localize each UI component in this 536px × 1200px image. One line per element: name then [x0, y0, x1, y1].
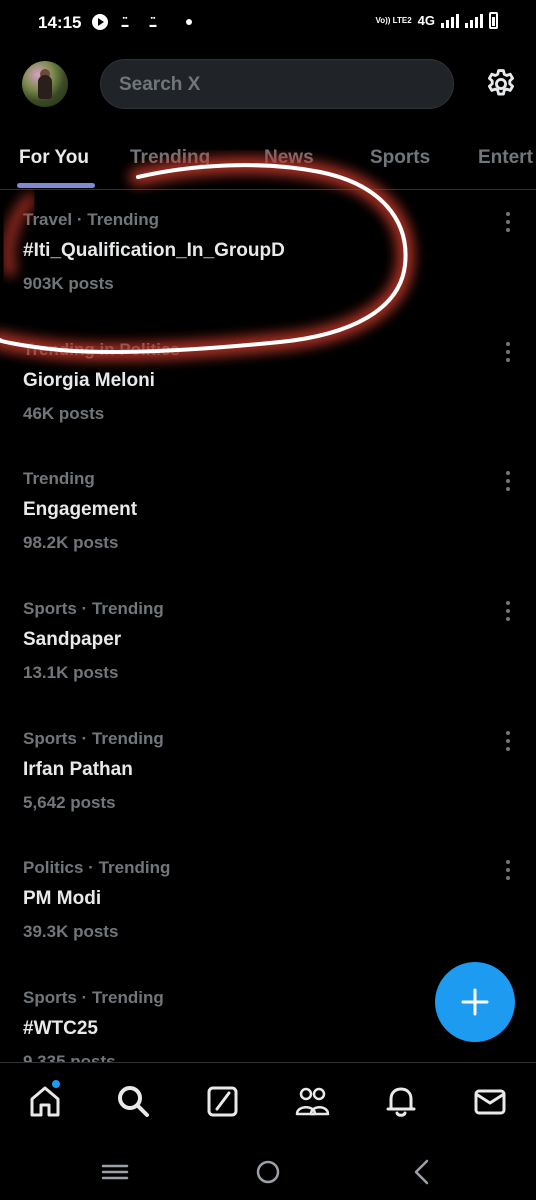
volte-label: Vo)) LTE2 — [375, 15, 412, 25]
trend-post-count: 39.3K posts — [23, 922, 119, 941]
trend-meta: Trending in Politics — [23, 340, 180, 359]
system-nav — [0, 1140, 536, 1200]
trend-post-count: 5,642 posts — [23, 793, 116, 812]
compose-button[interactable] — [435, 962, 515, 1042]
home-button-icon[interactable] — [253, 1158, 283, 1186]
app-logo-icon: ▪▪ ▬ — [121, 15, 129, 29]
notification-dot-icon — [186, 19, 192, 25]
tab-trending[interactable]: Trending — [130, 147, 210, 169]
trend-post-count: 903K posts — [23, 274, 114, 293]
trend-title: Giorgia Meloni — [23, 370, 155, 391]
back-icon[interactable] — [407, 1158, 437, 1186]
trend-title: Engagement — [23, 499, 138, 520]
trend-title: PM Modi — [23, 888, 102, 909]
status-bar: 14:15 ▪▪ ▬ ▪▪ ▬ Vo)) LTE2 4G — [0, 0, 536, 46]
more-options-icon[interactable] — [502, 342, 514, 362]
bell-icon[interactable] — [381, 1081, 421, 1121]
tab-news[interactable]: News — [264, 147, 314, 169]
status-system-icons: Vo)) LTE2 4G — [375, 12, 498, 29]
plus-icon — [461, 988, 489, 1016]
signal-icon — [441, 13, 459, 28]
tab-entertainment[interactable]: Entert — [478, 147, 533, 169]
active-tab-indicator — [17, 183, 95, 188]
tab-bar: For You Trending News Sports Entert — [0, 138, 536, 190]
search-placeholder: Search X — [119, 74, 201, 95]
mail-icon[interactable] — [470, 1081, 510, 1121]
status-time: 14:15 — [38, 13, 82, 32]
avatar[interactable] — [22, 61, 68, 107]
trend-post-count: 13.1K posts — [23, 663, 119, 682]
trend-meta: Sports · Trending — [23, 599, 164, 618]
trend-meta: Politics · Trending — [23, 858, 171, 877]
battery-icon — [489, 12, 498, 29]
status-notification-icons: ▪▪ ▬ ▪▪ ▬ — [92, 14, 192, 30]
trend-post-count: 98.2K posts — [23, 533, 119, 552]
trend-title: #WTC25 — [23, 1018, 98, 1039]
trend-post-count: 46K posts — [23, 404, 105, 423]
network-type: 4G — [417, 13, 435, 28]
home-icon[interactable] — [25, 1081, 65, 1121]
search-icon[interactable] — [113, 1081, 153, 1121]
home-notification-dot — [52, 1080, 60, 1088]
more-options-icon[interactable] — [502, 731, 514, 751]
recents-icon[interactable] — [100, 1158, 130, 1186]
more-options-icon[interactable] — [502, 471, 514, 491]
avatar-body — [38, 75, 52, 99]
grok-icon[interactable] — [203, 1081, 243, 1121]
trend-title: Irfan Pathan — [23, 759, 133, 780]
more-options-icon[interactable] — [502, 601, 514, 621]
more-options-icon[interactable] — [502, 860, 514, 880]
search-input[interactable]: Search X — [100, 59, 454, 109]
signal-icon — [465, 13, 483, 28]
trend-meta: Sports · Trending — [23, 988, 164, 1007]
trend-title: #Iti_Qualification_In_GroupD — [23, 240, 285, 261]
trend-item[interactable]: Trending in Politics Giorgia Meloni 46K … — [0, 340, 536, 470]
bottom-nav — [0, 1062, 536, 1140]
trend-title: Sandpaper — [23, 629, 122, 650]
tab-sports[interactable]: Sports — [370, 147, 430, 169]
app-logo-icon: ▪▪ ▬ — [149, 15, 157, 29]
trend-item[interactable]: Travel · Trending #Iti_Qualification_In_… — [0, 210, 536, 340]
gear-icon[interactable] — [484, 67, 518, 101]
trend-item[interactable]: Sports · Trending Irfan Pathan 5,642 pos… — [0, 729, 536, 859]
trend-item[interactable]: Trending Engagement 98.2K posts — [0, 469, 536, 599]
tab-for-you[interactable]: For You — [19, 147, 89, 169]
trend-meta: Sports · Trending — [23, 729, 164, 748]
communities-icon[interactable] — [292, 1081, 332, 1121]
trend-meta: Travel · Trending — [23, 210, 160, 229]
more-options-icon[interactable] — [502, 212, 514, 232]
play-icon — [92, 14, 108, 30]
trend-meta: Trending — [23, 469, 95, 488]
trend-item[interactable]: Sports · Trending Sandpaper 13.1K posts — [0, 599, 536, 729]
